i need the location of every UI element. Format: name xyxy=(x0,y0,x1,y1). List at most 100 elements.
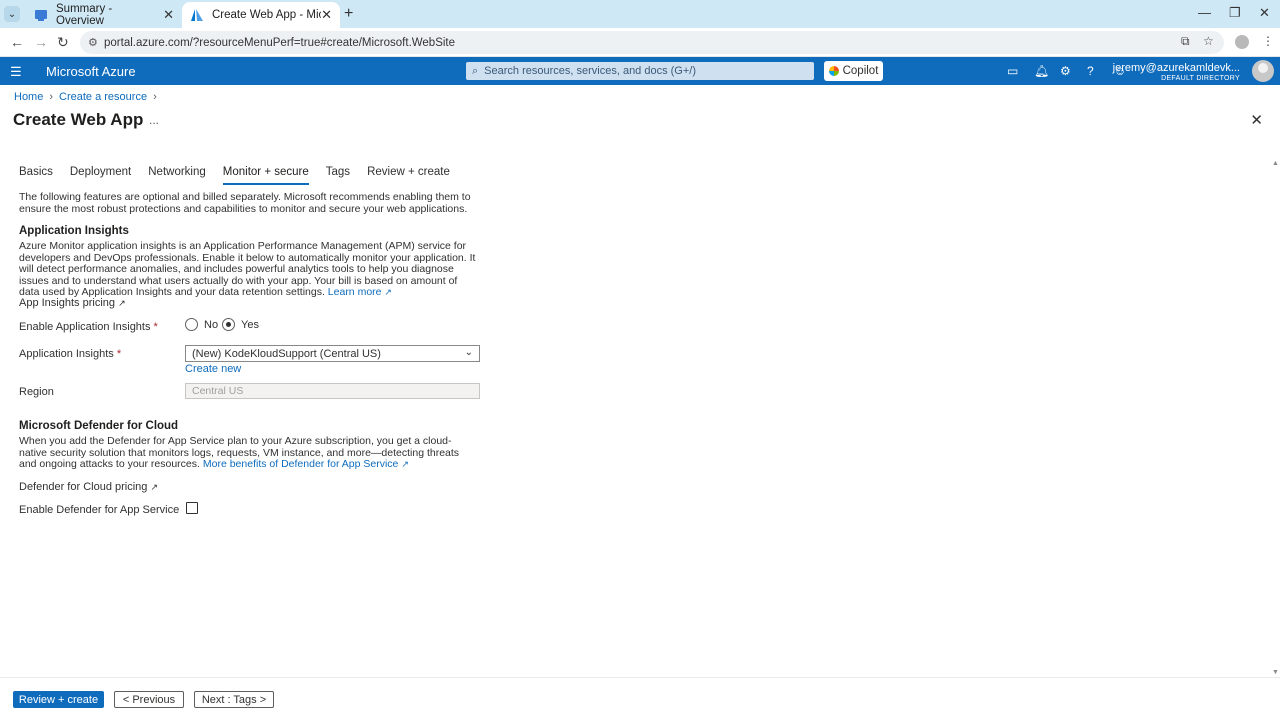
radio-no-label: No xyxy=(204,318,219,331)
region-field: Central US xyxy=(185,383,480,399)
browser-tabstrip: ⌄ Summary - Overview ✕ Create Web App - … xyxy=(0,0,1280,28)
browser-tab-create-web-app[interactable]: Create Web App - Microsoft Az ✕ xyxy=(182,2,340,28)
app-insights-dropdown[interactable]: (New) KodeKloudSupport (Central US) ⌄ xyxy=(185,345,480,362)
browser-menu-icon[interactable]: ⋮ xyxy=(1262,34,1274,48)
profile-icon[interactable] xyxy=(1235,35,1249,49)
close-blade-icon[interactable]: ✕ xyxy=(1250,111,1263,129)
tab-networking[interactable]: Networking xyxy=(148,166,206,185)
defender-heading: Microsoft Defender for Cloud xyxy=(19,420,179,432)
tab-basics[interactable]: Basics xyxy=(19,166,53,185)
app-insights-pricing-label: App Insights pricing xyxy=(19,297,115,309)
url-input[interactable]: ⚙ portal.azure.com/?resourceMenuPerf=tru… xyxy=(80,31,1224,54)
review-create-button[interactable]: Review + create xyxy=(13,691,104,708)
enable-app-insights-label: Enable Application Insights * xyxy=(19,321,158,333)
chevron-down-icon: ⌄ xyxy=(464,347,473,358)
site-info-icon[interactable]: ⚙ xyxy=(88,36,98,49)
more-options-icon[interactable]: ... xyxy=(149,113,159,127)
enable-app-insights-text: Enable Application Insights xyxy=(19,321,151,333)
enable-defender-label: Enable Defender for App Service xyxy=(19,504,180,516)
browser-tab-title: Summary - Overview xyxy=(56,3,113,27)
previous-button[interactable]: < Previous xyxy=(114,691,184,708)
minimize-icon[interactable]: — xyxy=(1198,5,1211,20)
tab-review-create[interactable]: Review + create xyxy=(367,166,450,185)
next-button[interactable]: Next : Tags > xyxy=(194,691,274,708)
browser-tab-summary[interactable]: Summary - Overview ✕ xyxy=(26,2,182,28)
scroll-up-icon[interactable]: ▲ xyxy=(1272,160,1279,167)
enable-defender-checkbox[interactable] xyxy=(186,502,198,514)
back-icon[interactable]: ← xyxy=(10,34,24,50)
tab-tags[interactable]: Tags xyxy=(326,166,350,185)
chevron-right-icon: › xyxy=(153,91,157,103)
reload-icon[interactable]: ↻ xyxy=(57,34,69,51)
address-bar-row: ← → ↻ ⚙ portal.azure.com/?resourceMenuPe… xyxy=(0,28,1280,57)
radio-no[interactable]: No xyxy=(185,318,218,331)
learn-more-label: Learn more xyxy=(327,286,382,299)
close-tab-icon[interactable]: ✕ xyxy=(163,7,174,23)
scrollbar[interactable]: ▲ ▼ xyxy=(1270,160,1280,676)
hamburger-menu-icon[interactable]: ☰ xyxy=(10,64,22,80)
settings-gear-icon[interactable]: ⚙ xyxy=(1060,64,1071,78)
tab-deployment[interactable]: Deployment xyxy=(70,166,131,185)
intro-text: The following features are optional and … xyxy=(19,191,471,215)
external-link-icon: ↗ xyxy=(384,287,392,298)
create-new-link[interactable]: Create new xyxy=(185,363,241,375)
app-insights-heading: Application Insights xyxy=(19,225,129,237)
page-title: Create Web App xyxy=(13,110,144,129)
url-text: portal.azure.com/?resourceMenuPerf=true#… xyxy=(104,36,456,49)
app-insights-description-text: Azure Monitor application insights is an… xyxy=(19,240,476,299)
breadcrumb-create-resource[interactable]: Create a resource xyxy=(59,91,147,103)
forward-icon[interactable]: → xyxy=(34,34,48,50)
app-insights-field-text: Application Insights xyxy=(19,348,114,360)
region-value: Central US xyxy=(192,385,244,397)
user-email: jeremy@azurekamldevk... xyxy=(1112,62,1240,74)
close-tab-icon[interactable]: ✕ xyxy=(321,7,332,23)
more-benefits-label: More benefits of Defender for App Servic… xyxy=(202,458,399,471)
notifications-bell-icon[interactable]: 🔔︎ xyxy=(1034,64,1049,78)
copilot-button[interactable]: Copilot xyxy=(824,61,883,81)
copilot-label: Copilot xyxy=(842,65,879,77)
wizard-tabs: Basics Deployment Networking Monitor + s… xyxy=(19,166,467,185)
user-account[interactable]: jeremy@azurekamldevk... DEFAULT DIRECTOR… xyxy=(1113,62,1240,82)
app-insights-field-label: Application Insights * xyxy=(19,348,122,360)
external-link-icon: ↗ xyxy=(118,298,126,308)
bookmark-star-icon[interactable]: ☆ xyxy=(1203,34,1214,48)
browser-tab-title: Create Web App - Microsoft Az xyxy=(212,9,321,21)
brand-title[interactable]: Microsoft Azure xyxy=(46,64,136,79)
azure-monitor-icon xyxy=(34,8,48,22)
global-search-input[interactable]: ⌕ Search resources, services, and docs (… xyxy=(466,62,814,80)
azure-logo-icon xyxy=(190,8,204,22)
maximize-icon[interactable]: ❐ xyxy=(1229,5,1241,21)
app-insights-description: Azure Monitor application insights is an… xyxy=(19,240,479,299)
radio-yes-circle[interactable] xyxy=(222,318,235,331)
avatar[interactable] xyxy=(1252,60,1274,82)
scroll-down-icon[interactable]: ▼ xyxy=(1272,669,1279,676)
cloud-shell-icon[interactable]: ▭ xyxy=(1007,64,1018,78)
tab-monitor-secure[interactable]: Monitor + secure xyxy=(222,166,309,185)
install-app-icon[interactable]: ⧉ xyxy=(1181,34,1190,49)
region-label: Region xyxy=(19,386,54,398)
window-close-icon[interactable]: ✕ xyxy=(1259,5,1270,21)
chevron-right-icon: › xyxy=(49,91,54,103)
wizard-footer: Review + create < Previous Next : Tags > xyxy=(0,677,1280,720)
breadcrumb-home[interactable]: Home xyxy=(14,91,43,103)
search-placeholder: Search resources, services, and docs (G+… xyxy=(484,65,697,77)
radio-yes-label: Yes xyxy=(241,318,259,331)
defender-description: When you add the Defender for App Servic… xyxy=(19,435,479,471)
radio-yes[interactable]: Yes xyxy=(222,318,259,331)
breadcrumb: Home › Create a resource › xyxy=(14,91,157,103)
external-link-icon: ↗ xyxy=(401,459,409,470)
external-link-icon: ↗ xyxy=(150,482,159,492)
radio-no-circle[interactable] xyxy=(185,318,198,331)
more-benefits-link[interactable]: More benefits of Defender for App Servic… xyxy=(203,458,409,470)
azure-top-bar: ☰ Microsoft Azure ⌕ Search resources, se… xyxy=(0,57,1280,85)
help-icon[interactable]: ? xyxy=(1087,64,1094,78)
defender-pricing-link[interactable]: Defender for Cloud pricing ↗ xyxy=(19,481,158,493)
app-insights-pricing-link[interactable]: App Insights pricing ↗ xyxy=(19,297,126,309)
new-tab-icon[interactable]: + xyxy=(344,5,353,23)
user-directory: DEFAULT DIRECTORY xyxy=(1161,75,1240,82)
search-icon: ⌕ xyxy=(472,64,479,77)
tab-search-icon[interactable]: ⌄ xyxy=(4,6,20,22)
app-insights-dropdown-value: (New) KodeKloudSupport (Central US) xyxy=(192,347,381,360)
learn-more-link[interactable]: Learn more ↗ xyxy=(327,286,392,299)
defender-pricing-label: Defender for Cloud pricing xyxy=(19,481,148,493)
